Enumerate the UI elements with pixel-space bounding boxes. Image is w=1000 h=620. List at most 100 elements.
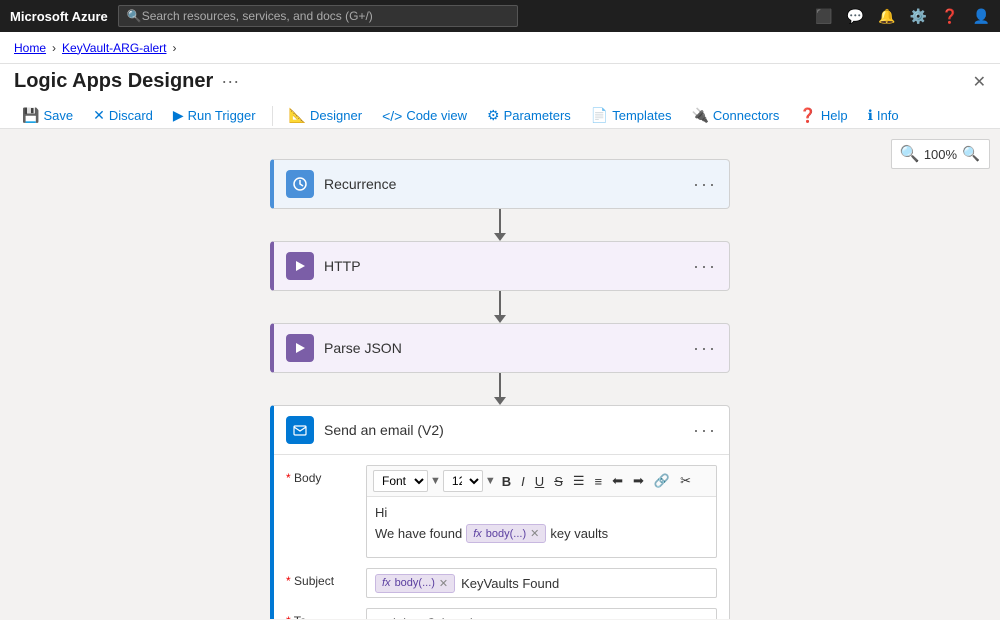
connectors-button[interactable]: 🔌 Connectors	[683, 103, 787, 128]
run-icon: ▶	[173, 107, 184, 124]
page-title: Logic Apps Designer	[14, 70, 213, 93]
subject-token-close[interactable]: ✕	[439, 577, 448, 590]
search-bar[interactable]: 🔍 Search resources, services, and docs (…	[118, 5, 518, 27]
recurrence-menu[interactable]: ···	[693, 174, 717, 195]
zoom-out-button[interactable]: 🔍	[962, 145, 980, 163]
settings-icon[interactable]: ⚙️	[910, 8, 927, 25]
run-trigger-button[interactable]: ▶ Run Trigger	[165, 103, 264, 128]
discard-icon: ✕	[93, 107, 105, 124]
close-button[interactable]: ✕	[973, 72, 986, 92]
body-line-2: We have found fx body(...) ✕ key vaults	[375, 524, 708, 543]
bold-button[interactable]: B	[498, 472, 515, 491]
body-token-label: body(...)	[486, 528, 526, 540]
canvas-area[interactable]: 🔍 100% 🔍 Recurrence ···	[0, 129, 1000, 619]
parameters-button[interactable]: ⚙ Parameters	[479, 103, 579, 128]
italic-button[interactable]: I	[517, 472, 529, 491]
feedback-icon[interactable]: 💬	[847, 8, 864, 25]
to-field-row: * To	[286, 608, 717, 619]
notifications-icon[interactable]: 🔔	[878, 8, 895, 25]
breadcrumb-resource[interactable]: KeyVault-ARG-alert	[62, 41, 166, 55]
save-button[interactable]: 💾 Save	[14, 103, 81, 128]
parsejson-title: Parse JSON	[324, 340, 693, 356]
font-select[interactable]: Font	[373, 470, 428, 492]
main-layout: 🔍 100% 🔍 Recurrence ···	[0, 129, 1000, 619]
step-http[interactable]: HTTP ···	[270, 241, 730, 291]
page-title-more[interactable]: ···	[221, 71, 239, 92]
parsejson-menu[interactable]: ···	[693, 338, 717, 359]
terminal-icon[interactable]: ⬛	[815, 8, 832, 25]
strikethrough-button[interactable]: S	[550, 472, 567, 491]
info-icon: ℹ	[868, 107, 873, 124]
more-formatting-button[interactable]: ✂	[676, 471, 695, 491]
email-icon	[286, 416, 314, 444]
font-size-select[interactable]: 12	[443, 470, 483, 492]
subject-field-row: * Subject fx body(...) ✕ KeyVaults Found	[286, 568, 717, 598]
body-required: *	[286, 471, 291, 485]
zoom-level: 100%	[924, 147, 957, 162]
step-http-header[interactable]: HTTP ···	[274, 242, 729, 290]
to-label: * To	[286, 608, 356, 619]
link-button[interactable]: 🔗	[650, 471, 674, 491]
breadcrumb: Home › KeyVault-ARG-alert ›	[0, 32, 1000, 64]
page-header: Logic Apps Designer ··· ✕ 💾 Save ✕ Disca…	[0, 64, 1000, 129]
step-recurrence-header[interactable]: Recurrence ···	[274, 160, 729, 208]
body-token-close[interactable]: ✕	[530, 527, 539, 540]
help-button[interactable]: ❓ Help	[791, 103, 855, 128]
http-title: HTTP	[324, 258, 693, 274]
search-icon: 🔍	[127, 9, 142, 23]
email-menu[interactable]: ···	[693, 420, 717, 441]
arrow-3	[494, 373, 506, 405]
step-parsejson-header[interactable]: Parse JSON ···	[274, 324, 729, 372]
step-recurrence[interactable]: Recurrence ···	[270, 159, 730, 209]
align-right-button[interactable]: ➡	[629, 471, 648, 491]
subject-field[interactable]: fx body(...) ✕ KeyVaults Found	[366, 568, 717, 598]
editor-content[interactable]: Hi We have found fx body(...) ✕	[367, 497, 716, 557]
search-placeholder: Search resources, services, and docs (G+…	[142, 9, 373, 23]
body-prefix-text: We have found	[375, 526, 462, 541]
email-step-body: * Body Font ▼ 12	[274, 454, 729, 619]
parsejson-icon	[286, 334, 314, 362]
help-icon[interactable]: ❓	[941, 8, 958, 25]
templates-button[interactable]: 📄 Templates	[583, 103, 680, 128]
numbered-list-button[interactable]: ≡	[591, 472, 607, 491]
body-hi-text: Hi	[375, 505, 387, 520]
bullet-list-button[interactable]: ☰	[569, 471, 589, 491]
breadcrumb-sep1: ›	[52, 41, 56, 55]
topbar-icons: ⬛ 💬 🔔 ⚙️ ❓ 👤	[815, 8, 990, 25]
body-token-chip[interactable]: fx body(...) ✕	[466, 524, 546, 543]
email-title: Send an email (V2)	[324, 422, 693, 438]
toolbar: 💾 Save ✕ Discard ▶ Run Trigger 📐 Designe…	[14, 99, 986, 128]
step-email-header[interactable]: Send an email (V2) ···	[274, 406, 729, 454]
subject-suffix-text: KeyVaults Found	[461, 576, 559, 591]
underline-button[interactable]: U	[531, 472, 548, 491]
zoom-in-button[interactable]: 🔍	[900, 144, 920, 164]
breadcrumb-home[interactable]: Home	[14, 41, 46, 55]
align-left-button[interactable]: ⬅	[608, 471, 627, 491]
recurrence-title: Recurrence	[324, 176, 693, 192]
subject-required: *	[286, 574, 291, 588]
azure-logo: Microsoft Azure	[10, 9, 108, 24]
http-icon	[286, 252, 314, 280]
account-icon[interactable]: 👤	[973, 8, 990, 25]
steps-container: Recurrence ··· HTTP ···	[0, 149, 1000, 619]
body-suffix-text: key vaults	[550, 526, 608, 541]
connectors-icon: 🔌	[691, 107, 708, 124]
to-required: *	[286, 614, 291, 619]
font-size-down: ▼	[430, 475, 441, 487]
save-icon: 💾	[22, 107, 39, 124]
info-button[interactable]: ℹ Info	[860, 103, 907, 128]
breadcrumb-sep2: ›	[173, 41, 177, 55]
zoom-controls: 🔍 100% 🔍	[891, 139, 990, 169]
http-menu[interactable]: ···	[693, 256, 717, 277]
editor-toolbar: Font ▼ 12 ▼ B I U S	[367, 466, 716, 497]
step-parsejson[interactable]: Parse JSON ···	[270, 323, 730, 373]
to-input[interactable]	[366, 608, 717, 619]
body-line-1: Hi	[375, 505, 708, 520]
subject-token-label: body(...)	[395, 577, 435, 589]
code-view-button[interactable]: </> Code view	[374, 104, 475, 128]
body-editor[interactable]: Font ▼ 12 ▼ B I U S	[366, 465, 717, 558]
subject-token-chip[interactable]: fx body(...) ✕	[375, 574, 455, 593]
designer-button[interactable]: 📐 Designer	[281, 103, 370, 128]
discard-button[interactable]: ✕ Discard	[85, 103, 161, 128]
body-field-row: * Body Font ▼ 12	[286, 465, 717, 558]
